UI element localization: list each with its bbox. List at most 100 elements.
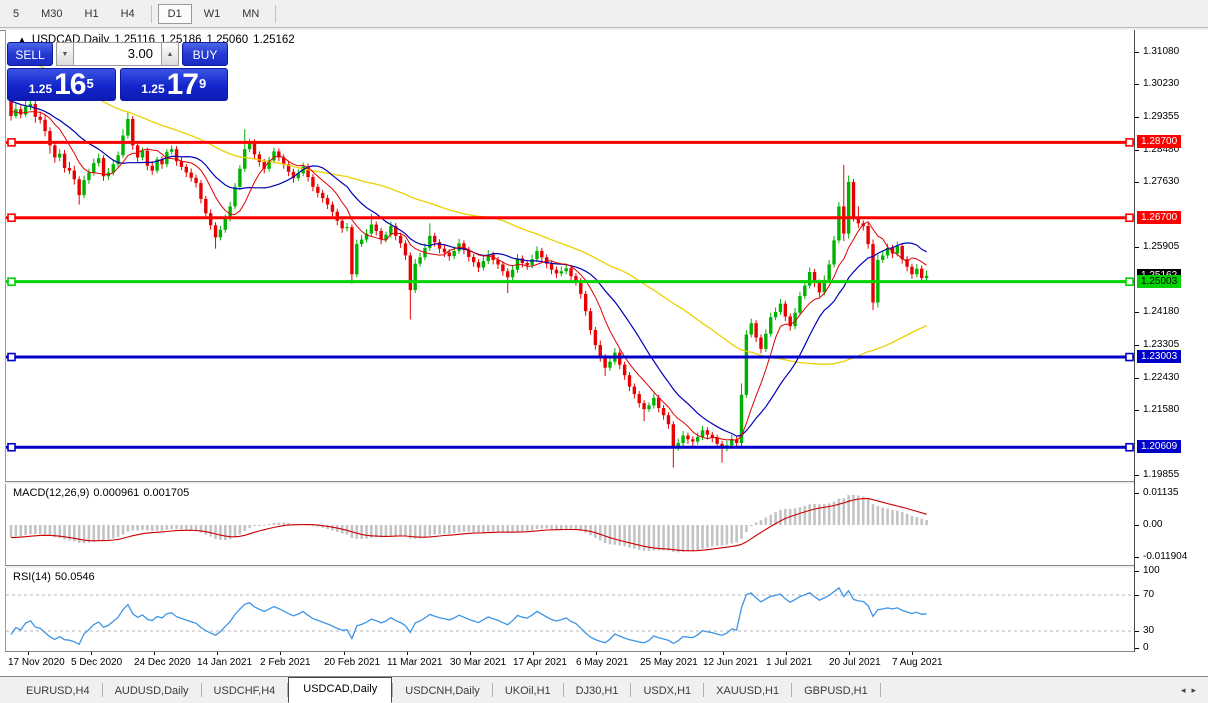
- hline-price-label: 1.26700: [1137, 211, 1182, 224]
- line-handle: [7, 442, 16, 452]
- time-axis-label: 20 Jul 2021: [829, 657, 881, 668]
- rsi-pane[interactable]: RSI(14) 50.0546: [5, 568, 1135, 652]
- macd-label-row: MACD(12,26,9) 0.000961 0.001705: [13, 487, 193, 499]
- axis-tick: [1135, 595, 1139, 596]
- chart-tab-xauusd-h1[interactable]: XAUUSD,H1: [704, 680, 791, 703]
- time-axis-label: 7 Aug 2021: [892, 657, 943, 668]
- line-handle: [7, 352, 16, 362]
- tab-prev-icon[interactable]: ◂: [1181, 685, 1192, 695]
- axis-tick: [1135, 648, 1139, 649]
- chart-tab-eurusd-h4[interactable]: EURUSD,H4: [14, 680, 102, 703]
- sell-price-big: 16: [54, 68, 86, 101]
- price-axis[interactable]: 1.31080 1.30230 1.29355 1.28480 1.27630 1.259…: [1134, 30, 1208, 653]
- rsi-line: [10, 586, 927, 646]
- time-tick: [407, 652, 408, 655]
- price-axis-label: 1.22430: [1143, 372, 1180, 383]
- axis-tick: [1135, 631, 1139, 632]
- macd-axis-label: -0.011904: [1143, 551, 1188, 562]
- timeframe-button-h1[interactable]: H1: [75, 4, 109, 24]
- rsi-chart[interactable]: [6, 568, 1135, 652]
- chart-tab-audusd-daily[interactable]: AUDUSD,Daily: [103, 680, 201, 703]
- time-tick: [470, 652, 471, 655]
- axis-tick: [1135, 493, 1139, 494]
- axis-tick: [1135, 410, 1139, 411]
- time-axis-label: 11 Mar 2021: [387, 657, 443, 668]
- timeframe-button-mn[interactable]: MN: [232, 4, 269, 24]
- timeframe-button-5[interactable]: 5: [3, 4, 29, 24]
- time-axis-label: 30 Mar 2021: [450, 657, 507, 668]
- macd-indicator-name: MACD(12,26,9): [13, 487, 90, 499]
- hline-price-label: 1.25003: [1137, 275, 1182, 288]
- rsi-label-row: RSI(14) 50.0546: [13, 571, 99, 583]
- macd-axis-label: 0.01135: [1143, 487, 1179, 498]
- axis-tick: [1135, 182, 1139, 183]
- axis-tick: [1135, 475, 1139, 476]
- time-axis-label: 6 May 2021: [576, 657, 629, 668]
- price-axis-label: 1.29355: [1143, 111, 1180, 122]
- time-tick: [660, 652, 661, 655]
- tab-divider: [879, 683, 881, 697]
- axis-tick: [1135, 571, 1139, 572]
- chart-tab-usdx-h1[interactable]: USDX,H1: [631, 680, 703, 703]
- macd-pane[interactable]: MACD(12,26,9) 0.000961 0.001705: [5, 484, 1135, 565]
- time-axis[interactable]: 17 Nov 2020 5 Dec 2020 24 Dec 2020 14 Jan 2…: [0, 652, 1208, 674]
- timeframe-button-d1[interactable]: D1: [157, 3, 192, 24]
- hline-price-label: 1.28700: [1137, 135, 1182, 148]
- time-axis-label: 17 Apr 2021: [513, 657, 567, 668]
- chart-tab-usdcnh-daily[interactable]: USDCNH,Daily: [393, 680, 492, 703]
- time-tick: [533, 652, 534, 655]
- volume-increase-button[interactable]: ▲: [161, 42, 179, 66]
- time-tick: [723, 652, 724, 655]
- axis-tick: [1135, 247, 1139, 248]
- time-axis-label: 12 Jun 2021: [703, 657, 759, 668]
- axis-tick: [1135, 150, 1139, 151]
- chart-tab-usdcad-daily[interactable]: USDCAD,Daily: [288, 677, 393, 703]
- time-tick: [91, 652, 92, 655]
- ohlc-close: 1.25162: [253, 34, 295, 46]
- time-axis-label: 14 Jan 2021: [197, 657, 253, 668]
- toolbar-separator: [150, 4, 152, 23]
- line-handle: [7, 277, 16, 286]
- time-tick: [596, 652, 597, 655]
- timeframe-button-h4[interactable]: H4: [111, 4, 145, 24]
- buy-price-pip: 9: [199, 76, 207, 91]
- chart-tab-usdchf-h4[interactable]: USDCHF,H4: [202, 680, 288, 703]
- rsi-axis-label: 100: [1143, 565, 1160, 576]
- volume-input[interactable]: 3.00: [74, 42, 161, 66]
- one-click-trade-panel: SELL ▼ 3.00 ▲ BUY 1.25 16 5 1.25 17 9: [7, 42, 228, 101]
- hline-price-label: 1.23003: [1137, 350, 1182, 363]
- hline-price-label: 1.20609: [1137, 440, 1182, 453]
- timeframe-toolbar: 5 M30 H1 H4 D1 W1 MN: [0, 0, 1208, 28]
- sell-price-pip: 5: [86, 76, 94, 91]
- time-tick: [849, 652, 850, 655]
- time-tick: [280, 652, 281, 655]
- chart-window: ▲ USDCAD,Daily 1.25116 1.25186 1.25060 1.2516…: [0, 28, 1208, 676]
- axis-tick: [1135, 84, 1139, 85]
- rsi-axis-label: 70: [1143, 589, 1155, 600]
- sell-button[interactable]: SELL: [7, 42, 53, 66]
- axis-tick: [1135, 345, 1139, 346]
- timeframe-button-m30[interactable]: M30: [31, 4, 72, 24]
- volume-decrease-button[interactable]: ▼: [56, 42, 74, 66]
- chart-tab-gbpusd-h1[interactable]: GBPUSD,H1: [792, 680, 880, 703]
- chart-tab-dj30-h1[interactable]: DJ30,H1: [564, 680, 631, 703]
- axis-tick: [1135, 52, 1139, 53]
- rsi-indicator-name: RSI(14): [13, 571, 51, 583]
- line-handle: [7, 213, 16, 223]
- buy-button[interactable]: BUY: [182, 42, 228, 66]
- time-axis-label: 20 Feb 2021: [324, 657, 381, 668]
- time-tick: [912, 652, 913, 655]
- timeframe-button-w1[interactable]: W1: [194, 4, 231, 24]
- tab-next-icon[interactable]: ▸: [1191, 685, 1202, 695]
- chart-tab-ukoil-h1[interactable]: UKOil,H1: [493, 680, 563, 703]
- buy-price-display[interactable]: 1.25 17 9: [119, 68, 228, 101]
- price-axis-label: 1.25905: [1143, 241, 1180, 252]
- sell-price-display[interactable]: 1.25 16 5: [7, 68, 116, 101]
- tab-scroll-arrows[interactable]: ◂▸: [1181, 685, 1202, 696]
- rsi-value: 50.0546: [54, 571, 95, 583]
- chart-tab-bar: EURUSD,H4 AUDUSD,Daily USDCHF,H4 USDCAD,Dai…: [0, 676, 1208, 703]
- rsi-axis-label: 30: [1143, 625, 1155, 636]
- time-tick: [154, 652, 155, 655]
- line-handle: [1125, 213, 1134, 223]
- time-tick: [217, 652, 218, 655]
